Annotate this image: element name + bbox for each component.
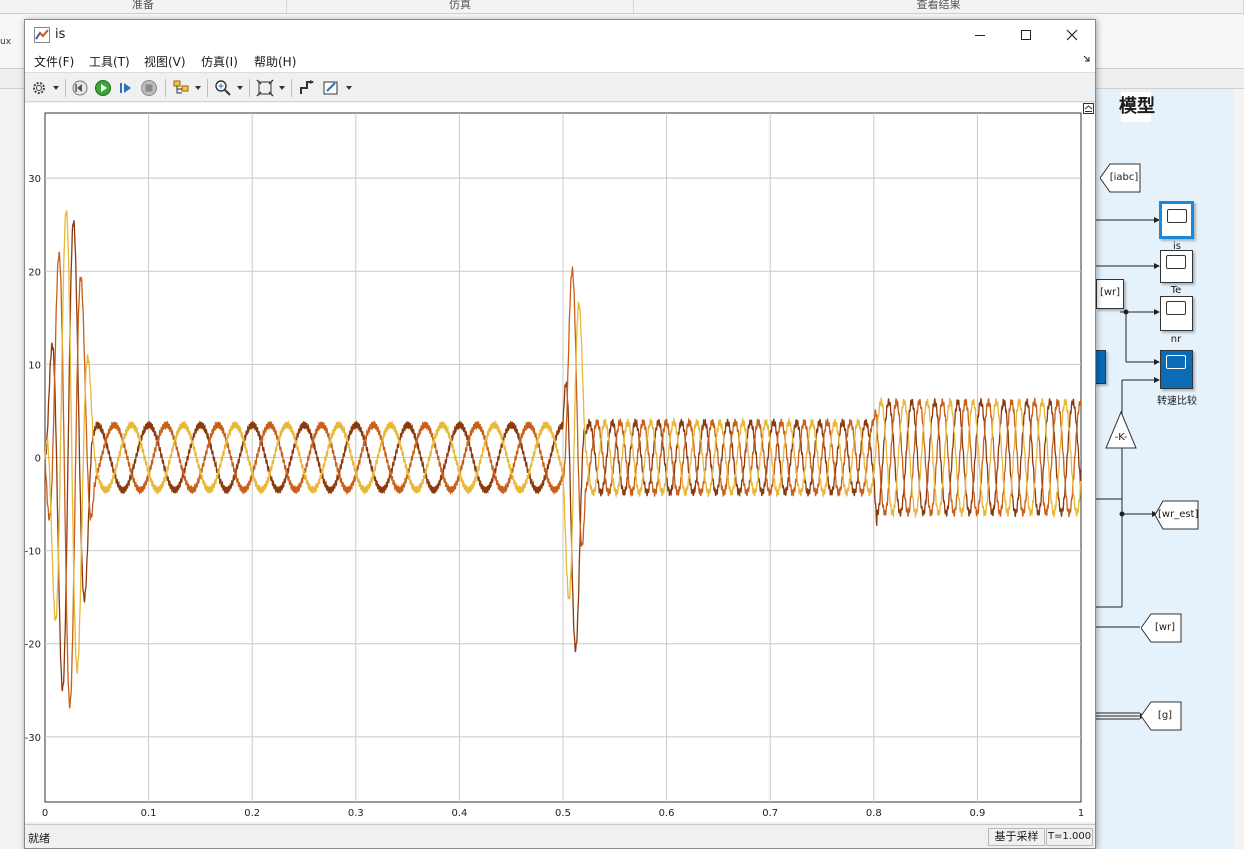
- y-tick-label: -10: [25, 547, 41, 558]
- style-button[interactable]: [321, 78, 341, 98]
- gain-triangle-icon: [1105, 410, 1137, 449]
- scope-speed-compare-block[interactable]: [1160, 350, 1193, 389]
- dock-arrow-icon[interactable]: [1082, 54, 1092, 64]
- scope-screen-icon: [1167, 209, 1187, 223]
- step-forward-button[interactable]: [116, 78, 136, 98]
- toolbar-separator: [65, 79, 66, 97]
- sample-mode-indicator: 基于采样: [988, 828, 1045, 846]
- maximize-button[interactable]: [1003, 20, 1049, 50]
- cursor-measure-icon: [300, 80, 314, 94]
- chevron-down-icon[interactable]: [279, 86, 285, 90]
- window-title: is: [55, 27, 66, 42]
- chevron-down-icon[interactable]: [53, 86, 59, 90]
- run-button[interactable]: [93, 78, 113, 98]
- step-back-button[interactable]: [70, 78, 90, 98]
- scope-te-block[interactable]: [1160, 250, 1193, 283]
- menu-tools[interactable]: 工具(T): [89, 53, 130, 70]
- y-tick-label: 30: [28, 174, 41, 185]
- step-forward-icon: [120, 83, 131, 93]
- x-tick-label: 0.6: [659, 808, 675, 819]
- goto-wr-est-block[interactable]: [wr_est]: [1155, 500, 1199, 530]
- highlight-icon: [173, 80, 189, 94]
- scope-speed-compare-label: 转速比较: [1157, 396, 1197, 407]
- axes-expand-icon[interactable]: [1083, 103, 1094, 114]
- maximize-icon: [1021, 30, 1031, 40]
- scope-te-label: Te: [1170, 285, 1182, 296]
- stop-icon: [141, 80, 157, 96]
- canvas-scrollbar[interactable]: [1234, 89, 1244, 849]
- x-tick-label: 0.7: [762, 808, 778, 819]
- toolstrip-section-headers: 准备 仿真 查看结果: [0, 0, 1244, 14]
- from-wr-block[interactable]: [wr]: [1096, 279, 1124, 309]
- chevron-down-icon[interactable]: [346, 86, 352, 90]
- scope-window[interactable]: is 文件(F) 工具(T) 视图(V) 仿真(I) 帮助(H) 0 0.1 0…: [24, 19, 1096, 849]
- scope-screen-icon: [1166, 355, 1186, 369]
- menu-view[interactable]: 视图(V): [144, 53, 186, 70]
- menu-bar: 文件(F) 工具(T) 视图(V) 仿真(I) 帮助(H): [25, 50, 1095, 72]
- goto-iabc-block[interactable]: [iabc]: [1100, 163, 1141, 193]
- scope-screen-icon: [1166, 301, 1186, 315]
- x-tick-label: 0.5: [555, 808, 571, 819]
- toolbar-separator: [291, 79, 292, 97]
- x-tick-label: 0.8: [866, 808, 882, 819]
- sim-time-indicator: T=1.000: [1046, 828, 1093, 846]
- minimize-button[interactable]: [957, 20, 1003, 50]
- close-icon: [1066, 29, 1078, 41]
- y-tick-label: -30: [25, 733, 41, 744]
- menu-help[interactable]: 帮助(H): [254, 53, 296, 70]
- section-prepare: 准备: [0, 0, 287, 14]
- x-tick-label: 0.4: [451, 808, 467, 819]
- plot-panel[interactable]: 0 0.1 0.2 0.3 0.4 0.5 0.6 0.7 0.8 0.9 1 30 20 10 0 -10 -…: [25, 103, 1095, 822]
- x-tick-label: 0.3: [348, 808, 364, 819]
- toolbar-separator: [165, 79, 166, 97]
- minimize-icon: [975, 35, 985, 36]
- toolbar: [25, 72, 1095, 102]
- run-icon: [95, 80, 111, 96]
- gain-block[interactable]: -K-: [1104, 410, 1138, 450]
- status-bar: 就绪 基于采样 T=1.000: [25, 824, 1095, 848]
- toolbar-separator: [249, 79, 250, 97]
- menu-file[interactable]: 文件(F): [34, 53, 74, 70]
- chevron-down-icon[interactable]: [237, 86, 243, 90]
- step-back-icon: [72, 80, 88, 96]
- settings-button[interactable]: [29, 78, 49, 98]
- scope-screen-icon: [1166, 255, 1186, 269]
- x-tick-label: 0.9: [969, 808, 985, 819]
- fit-to-view-button[interactable]: [255, 78, 275, 98]
- section-review-results: 查看结果: [634, 0, 1244, 14]
- cursor-measure-button[interactable]: [297, 78, 317, 98]
- zoom-icon: [215, 80, 231, 96]
- matlab-logo-icon: [34, 27, 50, 43]
- x-tick-label: 0.1: [141, 808, 157, 819]
- toolstrip-fragment-text: ux: [0, 37, 12, 47]
- scope-is-block[interactable]: [1159, 201, 1194, 239]
- stop-button[interactable]: [139, 78, 159, 98]
- x-tick-label: 0.2: [244, 808, 260, 819]
- scope-axes[interactable]: 0 0.1 0.2 0.3 0.4 0.5 0.6 0.7 0.8 0.9 1 30 20 10 0 -10 -…: [25, 103, 1095, 822]
- goto-wr-block[interactable]: [wr]: [1141, 613, 1182, 643]
- y-tick-label: 10: [28, 360, 41, 371]
- y-tick-label: -20: [25, 640, 41, 651]
- y-tick-label: 20: [28, 267, 41, 278]
- chevron-down-icon[interactable]: [195, 86, 201, 90]
- close-button[interactable]: [1049, 20, 1095, 50]
- status-text: 就绪: [28, 832, 50, 845]
- y-tick-label: 0: [35, 454, 41, 465]
- x-tick-label: 1: [1078, 808, 1084, 819]
- section-simulate: 仿真: [287, 0, 634, 14]
- fit-to-view-icon: [256, 79, 274, 97]
- highlight-button[interactable]: [171, 78, 191, 98]
- menu-simulation[interactable]: 仿真(I): [201, 53, 238, 70]
- gear-icon: [33, 82, 45, 94]
- goto-g-block[interactable]: [g]: [1141, 701, 1182, 731]
- scope-nr-block[interactable]: [1160, 296, 1193, 331]
- zoom-button[interactable]: [213, 78, 233, 98]
- scope-nr-label: nr: [1170, 334, 1182, 345]
- style-icon: [323, 81, 338, 95]
- x-tick-label: 0: [42, 808, 48, 819]
- toolbar-separator: [207, 79, 208, 97]
- title-bar[interactable]: is: [25, 20, 1095, 50]
